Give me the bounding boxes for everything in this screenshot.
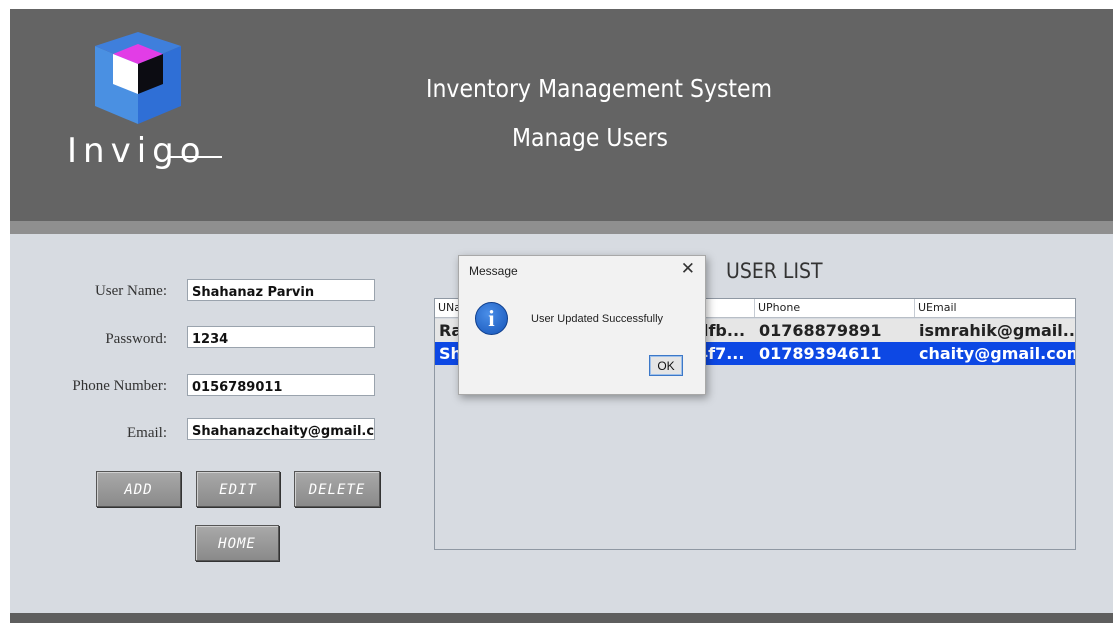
email-label: Email: <box>127 425 167 441</box>
footer-bar <box>10 613 1113 623</box>
column-header-uemail[interactable]: UEmail <box>915 299 1075 317</box>
close-icon[interactable]: ✕ <box>681 259 695 279</box>
password-label: Password: <box>105 331 167 347</box>
table-cell: ismrahik@gmail.... <box>919 321 1075 340</box>
edit-button[interactable]: EDIT <box>196 471 280 507</box>
logo-underline <box>167 156 222 158</box>
logo-text: Invigo <box>67 131 207 171</box>
dialog-message: User Updated Successfully <box>531 313 664 325</box>
header-banner: Invigo Inventory Management System Manag… <box>10 9 1113 221</box>
table-cell: 01789394611 <box>759 344 882 363</box>
home-button[interactable]: HOME <box>195 525 279 561</box>
message-dialog: Message ✕ i User Updated Successfully OK <box>458 255 706 395</box>
phone-label: Phone Number: <box>72 378 167 394</box>
header-divider <box>10 221 1113 234</box>
logo-cube-icon <box>95 32 181 124</box>
delete-button[interactable]: DELETE <box>294 471 380 507</box>
password-input[interactable]: 1234 <box>187 326 375 348</box>
username-input[interactable]: Shahanaz Parvin <box>187 279 375 301</box>
page-title: Inventory Management System <box>426 74 773 103</box>
username-label: User Name: <box>94 283 167 299</box>
user-list-title: USER LIST <box>726 259 823 283</box>
add-button[interactable]: ADD <box>96 471 181 507</box>
email-input[interactable]: Shahanazchaity@gmail.com <box>187 418 375 440</box>
info-icon: i <box>475 302 508 335</box>
table-cell: 01768879891 <box>759 321 882 340</box>
dialog-title: Message <box>469 264 518 278</box>
ok-button[interactable]: OK <box>649 355 683 376</box>
app-window: Invigo Inventory Management System Manag… <box>10 9 1113 623</box>
phone-input[interactable]: 0156789011 <box>187 374 375 396</box>
page-subtitle: Manage Users <box>512 123 668 152</box>
table-cell: chaity@gmail.com <box>919 344 1075 363</box>
column-header-uphone[interactable]: UPhone <box>755 299 915 317</box>
